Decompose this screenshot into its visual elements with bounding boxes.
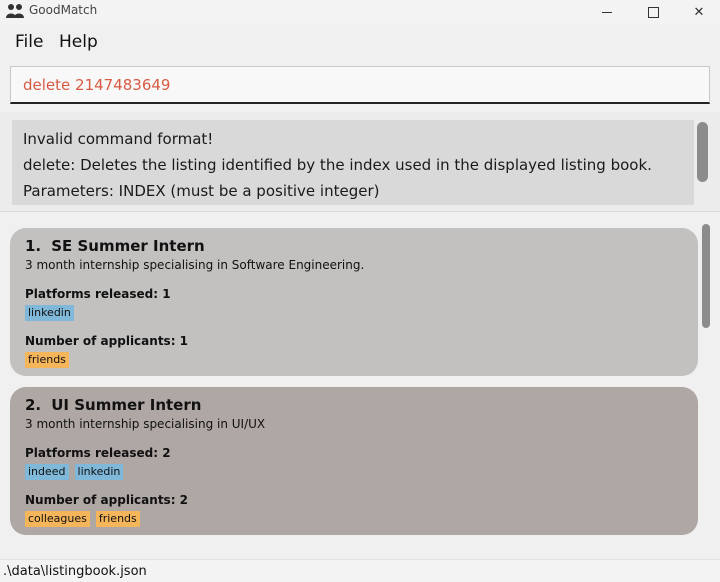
platform-tag: indeed (25, 464, 69, 480)
result-line: Parameters: INDEX (must be a positive in… (23, 182, 380, 200)
close-button[interactable]: ✕ (676, 0, 720, 24)
applicant-tags: colleagues friends (25, 511, 683, 527)
result-line: Invalid command format! (23, 130, 214, 148)
result-panel: Invalid command format! delete: Deletes … (0, 112, 720, 211)
menu-file[interactable]: File (15, 32, 43, 52)
platform-tags: indeed linkedin (25, 464, 683, 480)
applicant-tags: friends (25, 352, 683, 368)
listing-title: 1. SE Summer Intern (25, 236, 683, 256)
close-icon: ✕ (693, 4, 705, 20)
menu-help[interactable]: Help (59, 32, 98, 52)
minimize-button[interactable] (584, 0, 630, 24)
listing-title: 2. UI Summer Intern (25, 395, 683, 415)
listing-description: 3 month internship specialising in Softw… (25, 258, 365, 272)
platforms-label: Platforms released: 1 (25, 287, 171, 301)
platform-tag: linkedin (25, 305, 74, 321)
applicant-tag: friends (25, 352, 69, 368)
maximize-icon (647, 6, 659, 18)
platform-tags: linkedin (25, 305, 683, 321)
command-input[interactable] (10, 66, 710, 104)
listing-name: UI Summer Intern (51, 396, 202, 414)
listing-card[interactable]: 1. SE Summer Intern 3 month internship s… (10, 228, 698, 376)
menu-bar: File Help (0, 24, 720, 60)
listing-list: 1. SE Summer Intern 3 month internship s… (0, 212, 720, 556)
listing-description: 3 month internship specialising in UI/UX (25, 417, 266, 431)
title-bar: GoodMatch ✕ (0, 0, 720, 24)
storage-path: .\data\listingbook.json (3, 564, 147, 579)
result-display: Invalid command format! delete: Deletes … (12, 120, 694, 205)
listing-index: 2. (25, 396, 42, 414)
applicants-label: Number of applicants: 2 (25, 493, 189, 507)
applicants-label: Number of applicants: 1 (25, 334, 189, 348)
listing-index: 1. (25, 237, 42, 255)
platforms-label: Platforms released: 2 (25, 446, 171, 460)
maximize-button[interactable] (630, 0, 676, 24)
status-bar: .\data\listingbook.json (0, 559, 720, 582)
listing-scrollbar[interactable] (702, 224, 710, 328)
platform-tag: linkedin (74, 464, 124, 480)
applicant-tag: friends (95, 511, 140, 527)
applicant-tag: colleagues (25, 511, 90, 527)
window-title: GoodMatch (29, 3, 98, 17)
minimize-icon (602, 11, 612, 13)
listing-name: SE Summer Intern (51, 237, 205, 255)
result-scrollbar[interactable] (697, 122, 708, 182)
two-people-icon (6, 4, 24, 18)
result-line: delete: Deletes the listing identified b… (23, 156, 652, 174)
listing-card[interactable]: 2. UI Summer Intern 3 month internship s… (10, 387, 698, 535)
